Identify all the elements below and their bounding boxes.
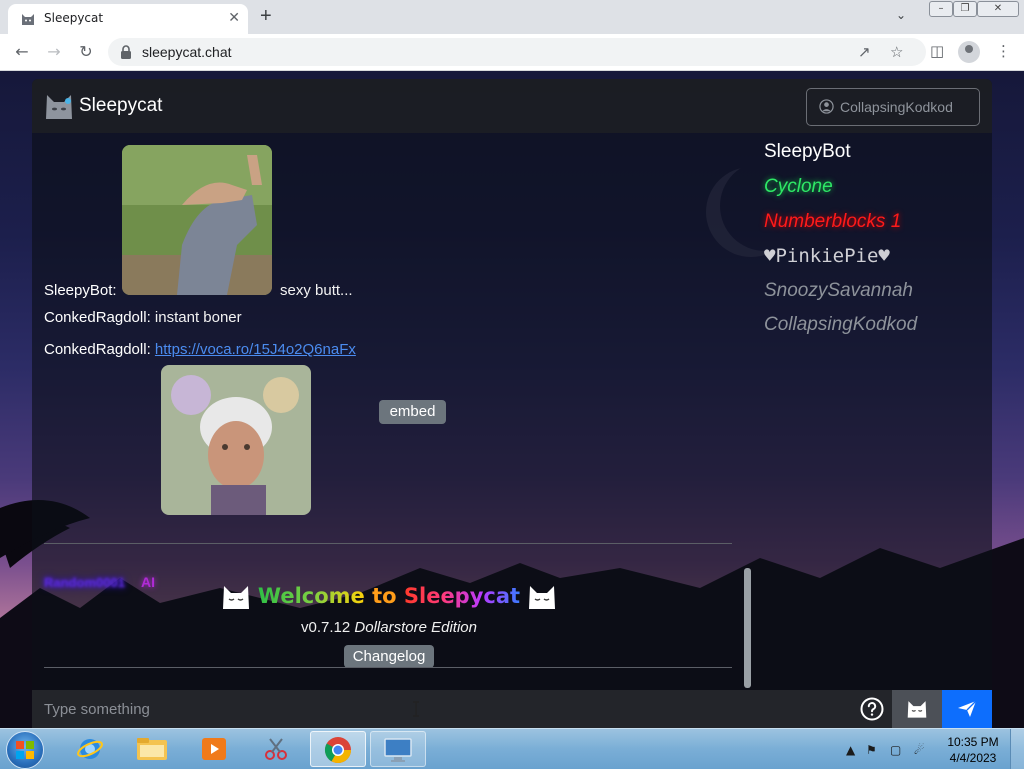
- app-header: Sleepycat CollapsingKodkod: [32, 79, 992, 133]
- sidebar-icon[interactable]: ◫: [930, 42, 944, 60]
- page-viewport: Sleepycat CollapsingKodkod SleepyBot: se…: [0, 71, 1024, 728]
- version-text: v0.7.12 Dollarstore Edition: [44, 619, 734, 636]
- user-circle-icon: [819, 99, 834, 114]
- window-close-button[interactable]: ✕: [977, 1, 1019, 17]
- maximize-button[interactable]: ❐: [953, 1, 977, 17]
- message-text: instant boner: [154, 309, 242, 326]
- folder-icon: [137, 738, 167, 760]
- message-bar: [32, 690, 992, 728]
- user-list-item[interactable]: SleepyBot: [764, 141, 851, 163]
- help-circle-icon[interactable]: [860, 697, 884, 721]
- shared-image-1[interactable]: [122, 145, 272, 295]
- chat-message: ConkedRagdoll: instant boner: [44, 309, 242, 326]
- back-arrow-icon[interactable]: ←: [12, 42, 32, 62]
- chat-app: Sleepycat CollapsingKodkod SleepyBot: se…: [32, 79, 992, 728]
- text-cursor-icon: [413, 701, 419, 717]
- welcome-title: Welcome to Sleepycat: [44, 583, 734, 611]
- chat-log: SleepyBot: sexy butt... ConkedRagdoll: i…: [44, 145, 734, 685]
- taskbar-ie[interactable]: [62, 731, 118, 767]
- message-text: sexy butt...: [280, 282, 353, 299]
- profile-avatar-icon[interactable]: [958, 41, 980, 63]
- embed-button[interactable]: embed: [379, 400, 446, 424]
- cat-button[interactable]: [892, 690, 942, 728]
- forward-arrow-icon[interactable]: →: [44, 42, 64, 62]
- cat-face-icon: [222, 586, 249, 609]
- start-button[interactable]: [6, 731, 44, 769]
- welcome-word: to: [364, 584, 404, 608]
- divider: [44, 543, 732, 544]
- welcome-word: Sleepycat: [403, 584, 521, 608]
- welcome-banner: Welcome to Sleepycat v0.7.12 Dollarstore…: [44, 583, 734, 668]
- scissors-icon: [265, 738, 287, 760]
- user-list-item[interactable]: Cyclone: [764, 176, 833, 198]
- user-list-label: PinkiePie: [775, 245, 879, 267]
- changelog-button[interactable]: Changelog: [343, 645, 435, 668]
- media-player-icon: [202, 738, 226, 760]
- browser-toolbar: ← → ↻ sleepycat.chat ↗ ☆ ◫ ⋮: [0, 34, 1024, 71]
- user-list-item[interactable]: SnoozySavannah: [764, 280, 913, 302]
- cat-face-icon: [529, 586, 556, 609]
- cat-logo-icon: [46, 95, 72, 119]
- taskbar-media-player[interactable]: [186, 731, 242, 767]
- windows-taskbar: ▲ ⚑ ▢ ☄ 10:35 PM 4/4/2023: [0, 728, 1024, 769]
- message-author[interactable]: ConkedRagdoll:: [44, 341, 151, 358]
- clock-date: 4/4/2023: [949, 751, 997, 765]
- send-button[interactable]: [942, 690, 992, 728]
- minimize-button[interactable]: –: [929, 1, 953, 17]
- network-icon[interactable]: ▢: [890, 743, 901, 757]
- tab-search-icon[interactable]: ⌄: [896, 8, 906, 22]
- message-input[interactable]: [32, 690, 852, 728]
- chat-message: ConkedRagdoll: https://voca.ro/15J4o2Q6n…: [44, 341, 356, 358]
- action-center-flag-icon[interactable]: ⚑: [866, 743, 877, 757]
- star-icon[interactable]: ☆: [890, 43, 903, 61]
- cat-icon: [907, 701, 927, 718]
- tab-title: Sleepycat: [44, 11, 104, 25]
- current-user-button[interactable]: CollapsingKodkod: [806, 88, 980, 126]
- system-clock[interactable]: 10:35 PM 4/4/2023: [944, 734, 1002, 766]
- brand-name[interactable]: Sleepycat: [79, 95, 162, 117]
- volume-muted-icon[interactable]: ☄: [914, 743, 925, 757]
- monitor-icon: [384, 738, 412, 762]
- message-link[interactable]: https://voca.ro/15J4o2Q6naFx: [155, 341, 356, 358]
- cat-favicon-icon: [22, 14, 34, 25]
- tab-close-icon[interactable]: ✕: [228, 9, 240, 26]
- url-text: sleepycat.chat: [142, 44, 232, 60]
- heart-icon: ♥: [764, 245, 776, 267]
- tray-expand-icon[interactable]: ▲: [846, 743, 855, 757]
- taskbar-remote-desktop[interactable]: [370, 731, 426, 767]
- new-tab-button[interactable]: +: [260, 5, 272, 27]
- current-user-name: CollapsingKodkod: [840, 99, 953, 115]
- reload-icon[interactable]: ↻: [76, 42, 96, 62]
- share-icon[interactable]: ↗: [858, 43, 871, 61]
- taskbar-chrome[interactable]: [310, 731, 366, 767]
- clock-time: 10:35 PM: [947, 735, 999, 749]
- divider: [44, 667, 732, 668]
- taskbar-explorer[interactable]: [124, 731, 180, 767]
- version-number: v0.7.12: [301, 619, 351, 636]
- send-icon: [958, 700, 977, 717]
- version-name: Dollarstore Edition: [354, 619, 477, 636]
- address-bar[interactable]: sleepycat.chat ↗ ☆: [108, 38, 926, 66]
- shared-image-2[interactable]: [161, 365, 311, 515]
- user-list-item[interactable]: Numberblocks 1: [764, 211, 901, 233]
- internet-explorer-icon: [77, 739, 103, 759]
- browser-tab[interactable]: Sleepycat ✕: [8, 4, 248, 34]
- taskbar-snipping-tool[interactable]: [248, 731, 304, 767]
- heart-icon: ♥: [878, 245, 890, 267]
- chat-message: SleepyBot:: [44, 282, 117, 299]
- chat-scrollbar[interactable]: [744, 568, 751, 688]
- windows-logo-icon: [16, 741, 34, 759]
- lock-icon: [121, 45, 131, 59]
- welcome-word: Welcome: [257, 584, 365, 608]
- message-author[interactable]: SleepyBot:: [44, 282, 117, 299]
- browser-tab-strip: Sleepycat ✕ + ⌄ – ❐ ✕: [0, 0, 1024, 34]
- user-list-item[interactable]: CollapsingKodkod: [764, 314, 917, 336]
- user-list-item[interactable]: ♥PinkiePie♥: [764, 245, 890, 267]
- menu-icon[interactable]: ⋮: [996, 42, 1011, 60]
- show-desktop-button[interactable]: [1010, 729, 1024, 769]
- chrome-icon: [324, 737, 352, 764]
- message-author[interactable]: ConkedRagdoll:: [44, 309, 151, 326]
